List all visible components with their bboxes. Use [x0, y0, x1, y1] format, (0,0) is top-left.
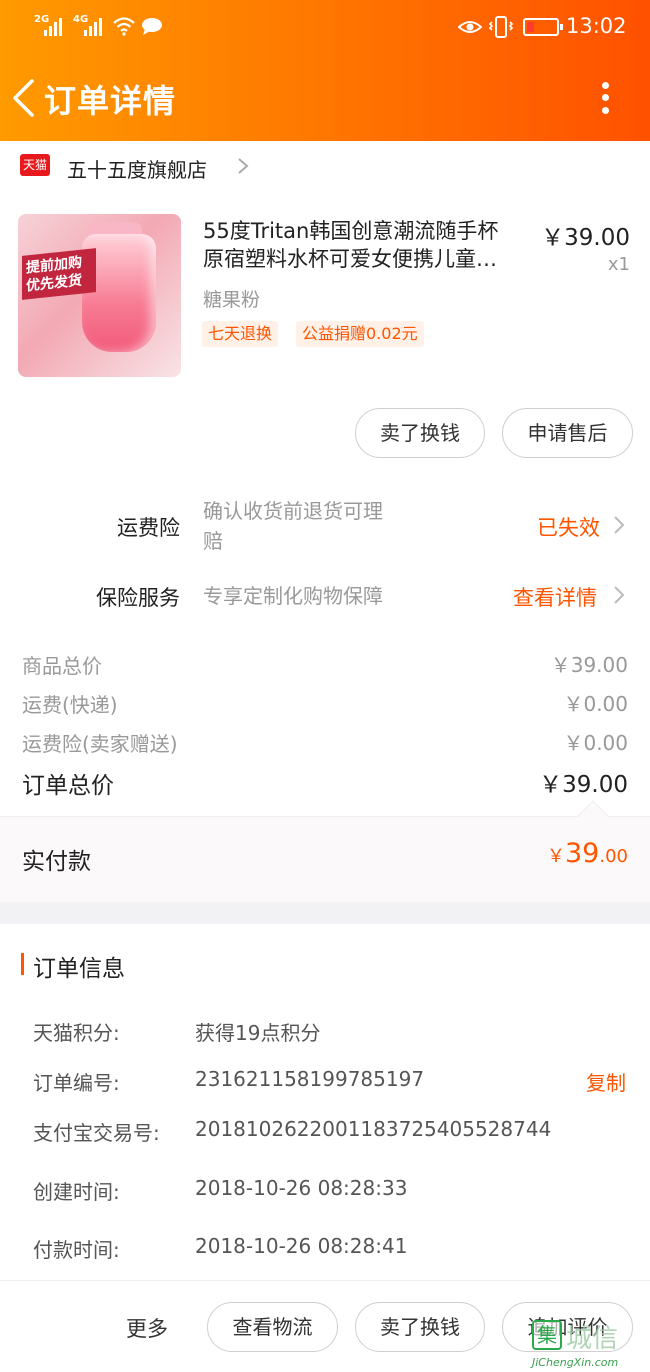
after-sale-button[interactable]: 申请售后	[502, 408, 633, 458]
chevron-right-icon	[238, 158, 249, 174]
shipping-insurance-desc: 确认收货前退货可理 赔	[203, 496, 433, 556]
section-divider	[0, 902, 650, 924]
paid-amount-value: ￥39.00	[547, 838, 628, 869]
paid-currency: ￥	[547, 846, 565, 867]
alipay-trade-label: 支付宝交易号:	[33, 1121, 160, 1145]
battery-icon	[523, 18, 563, 36]
product-price: ￥39.00	[541, 225, 630, 251]
watermark-url: JiChengXin.com	[532, 1356, 619, 1369]
tag-charity-donation: 公益捐赠0.02元	[296, 321, 424, 347]
fee-value-goods-total: ￥39.00	[550, 653, 628, 677]
product-title-line-2: 原宿塑料水杯可爱女便携儿童…	[203, 247, 497, 271]
page-title: 订单详情	[44, 82, 177, 120]
tmall-logo-icon: 天猫	[20, 154, 50, 176]
paid-integer: 39	[565, 838, 600, 869]
insurance-service-details-link[interactable]: 查看详情	[513, 582, 597, 612]
wifi-icon	[113, 17, 135, 36]
order-total-label: 订单总价	[22, 773, 114, 799]
fee-label-shipping: 运费(快递)	[22, 693, 118, 717]
fee-label-goods-total: 商品总价	[22, 654, 102, 678]
watermark-logo-icon: 集	[532, 1320, 562, 1350]
insurance-service-desc: 专享定制化购物保障	[203, 584, 383, 608]
product-title[interactable]: 55度Tritan韩国创意潮流随手杯 原宿塑料水杯可爱女便携儿童…	[203, 217, 529, 273]
site-watermark: 集 城信 JiChengXin.com	[532, 1318, 650, 1372]
eye-comfort-icon	[458, 21, 482, 33]
shop-row[interactable]: 天猫 五十五度旗舰店	[0, 141, 650, 191]
fee-label-shipping-insurance: 运费险(卖家赠送)	[22, 732, 178, 756]
promo-badge: 提前加购 优先发货	[22, 248, 96, 300]
shipping-insurance-label: 运费险	[117, 516, 180, 540]
view-logistics-button[interactable]: 查看物流	[207, 1302, 338, 1352]
app-header: 2G 4G 13:02 订单详情	[0, 0, 650, 141]
points-label: 天猫积分:	[33, 1021, 120, 1045]
order-number-value: 231621158199785197	[195, 1067, 425, 1091]
status-time: 13:02	[566, 14, 627, 38]
signal-2g-icon	[44, 16, 62, 36]
more-options-icon[interactable]	[596, 80, 616, 116]
product-thumbnail[interactable]: 提前加购 优先发货	[18, 214, 181, 377]
message-icon	[142, 18, 162, 35]
created-time-label: 创建时间:	[33, 1180, 120, 1204]
product-title-line-1: 55度Tritan韩国创意潮流随手杯	[203, 219, 499, 243]
paid-amount-label: 实付款	[22, 849, 91, 875]
shipping-insurance-desc-line-1: 确认收货前退货可理	[203, 499, 383, 523]
signal-4g-icon	[84, 16, 102, 36]
shipping-insurance-desc-line-2: 赔	[203, 529, 223, 553]
fee-value-shipping: ￥0.00	[563, 692, 628, 716]
order-total-value: ￥39.00	[539, 772, 628, 798]
chevron-right-icon	[614, 586, 625, 604]
product-quantity: x1	[607, 254, 630, 275]
back-arrow-icon[interactable]	[10, 78, 36, 118]
shipping-insurance-status[interactable]: 已失效	[537, 512, 600, 542]
alipay-trade-value: 2018102622001183725405528744	[195, 1117, 552, 1141]
copy-order-number-button[interactable]: 复制	[586, 1067, 626, 1096]
paid-time-value: 2018-10-26 08:28:41	[195, 1234, 408, 1258]
product-variant: 糖果粉	[203, 289, 261, 311]
fee-value-shipping-insurance: ￥0.00	[563, 731, 628, 755]
shop-name: 五十五度旗舰店	[67, 158, 207, 182]
footer-resell-button[interactable]: 卖了换钱	[355, 1302, 485, 1352]
paid-time-label: 付款时间:	[33, 1238, 120, 1262]
insurance-service-label: 保险服务	[96, 586, 180, 610]
more-actions-button[interactable]: 更多	[126, 1313, 168, 1343]
section-accent-bar	[21, 953, 24, 975]
paid-decimal: .00	[599, 846, 628, 867]
status-bar: 2G 4G 13:02	[0, 0, 650, 56]
points-value: 获得19点积分	[195, 1021, 321, 1045]
created-time-value: 2018-10-26 08:28:33	[195, 1176, 408, 1200]
tag-seven-day-return: 七天退换	[202, 321, 279, 347]
chevron-right-icon	[614, 516, 625, 534]
watermark-text: 城信	[566, 1324, 619, 1354]
resell-button[interactable]: 卖了换钱	[355, 408, 485, 458]
order-number-label: 订单编号:	[33, 1071, 120, 1095]
vibrate-icon	[488, 16, 514, 38]
order-info-title: 订单信息	[33, 956, 125, 982]
